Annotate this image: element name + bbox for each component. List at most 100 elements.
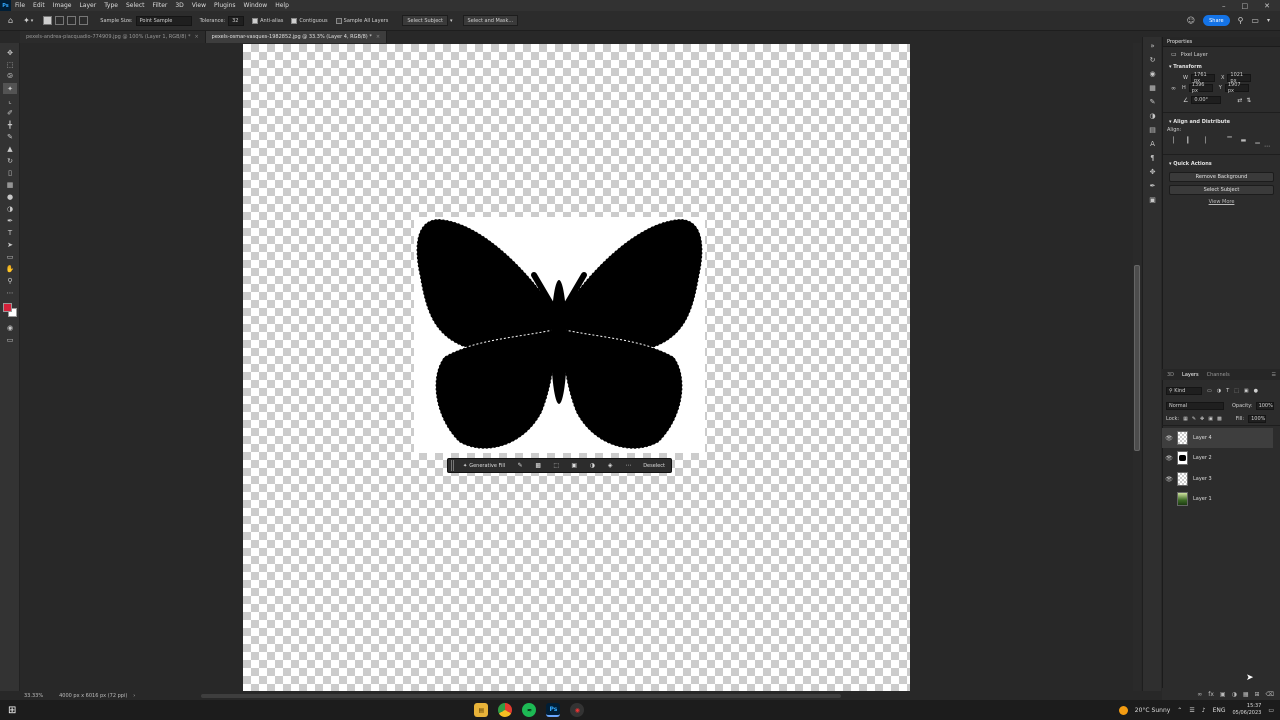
menu-window[interactable]: Window [240,2,272,9]
weather-icon[interactable] [1118,705,1128,715]
close-tab-icon[interactable]: × [376,34,380,40]
volume-icon[interactable]: ♪ [1202,707,1206,714]
menu-view[interactable]: View [188,2,210,9]
menu-edit[interactable]: Edit [29,2,49,9]
marquee-tool-icon[interactable]: ⬚ [3,59,17,70]
layer-name[interactable]: Layer 1 [1193,496,1212,502]
deselect-button[interactable]: Deselect [643,463,665,469]
lock-transparent-icon[interactable]: ▦ [1183,416,1188,422]
close-icon[interactable]: ✕ [1264,2,1270,10]
workspace-icon[interactable]: ▭ [1251,16,1259,25]
fill-input[interactable]: 100% [1248,415,1267,423]
home-icon[interactable]: ⌂ [8,16,13,25]
delete-layer-icon[interactable]: ⌫ [1266,691,1274,698]
smart-filter-icon[interactable]: ▣ [1244,388,1249,394]
move-tool-icon[interactable]: ✥ [3,47,17,58]
intersect-selection-icon[interactable] [79,16,89,25]
foreground-color-swatch[interactable] [3,303,12,312]
lasso-tool-icon[interactable]: ⧁ [3,71,17,82]
eyedropper-tool-icon[interactable]: ✐ [3,107,17,118]
select-subject-chevron-icon[interactable]: ▾ [450,18,453,24]
libraries-icon[interactable]: ▤ [1146,124,1159,135]
workspace-chevron-icon[interactable]: ▾ [1267,17,1270,24]
select-subject-quick-button[interactable]: Select Subject [1169,185,1274,195]
adjustment-filter-icon[interactable]: ◑ [1217,388,1221,394]
pixel-filter-icon[interactable]: ▭ [1207,388,1212,394]
width-input[interactable]: 1761 px [1190,72,1215,84]
menu-file[interactable]: File [11,2,29,9]
fill-selection-icon[interactable]: ◈ [603,462,617,469]
more-align-options-icon[interactable]: ⋯ [1163,143,1280,150]
file-explorer-icon[interactable]: ▤ [474,703,489,717]
type-filter-icon[interactable]: T [1226,388,1229,394]
zoom-tool-icon[interactable]: ⚲ [3,275,17,286]
layer-row-layer-1[interactable]: Layer 1 [1162,489,1273,509]
angle-input[interactable]: 0.00° [1191,96,1222,104]
butterfly-silhouette[interactable] [414,217,705,453]
user-icon[interactable]: ☺ [1187,16,1195,25]
select-and-mask-button[interactable]: Select and Mask... [462,15,519,26]
spotify-icon[interactable]: ≈ [522,703,537,717]
menu-help[interactable]: Help [271,2,293,9]
layer-name[interactable]: Layer 2 [1193,455,1212,461]
collapse-panels-icon[interactable]: » [1146,40,1159,51]
magic-wand-tool-icon[interactable]: ✦ [23,16,30,25]
character-icon[interactable]: A [1146,138,1159,149]
align-middle-v-icon[interactable]: ▬ [1239,137,1248,144]
contiguous-checkbox[interactable] [291,17,298,24]
layer-name[interactable]: Layer 3 [1193,476,1212,482]
new-layer-icon[interactable]: ⊞ [1254,691,1259,698]
tab-document-2[interactable]: pexels-osmar-vasques-1982852.jpg @ 33.3%… [205,31,388,43]
layer-row-layer-2[interactable]: 👁 Layer 2 [1162,448,1273,468]
view-more-link[interactable]: View More [1163,199,1280,205]
color-swatches[interactable] [0,300,19,320]
zoom-level[interactable]: 33.33% [24,693,43,699]
lock-all-icon[interactable]: ▩ [1217,416,1222,422]
flip-vertical-icon[interactable]: ⇅ [1246,97,1251,104]
search-icon[interactable]: ⚲ [1238,16,1244,25]
restore-icon[interactable]: □ [1242,2,1249,10]
rectangle-tool-icon[interactable]: ▭ [3,251,17,262]
visibility-eye-icon[interactable]: 👁 [1165,455,1173,462]
eraser-tool-icon[interactable]: ▯ [3,167,17,178]
align-right-icon[interactable]: ▕ [1199,137,1208,144]
opacity-input[interactable]: 100% [1255,401,1274,410]
type-tool-icon[interactable]: T [3,227,17,238]
gradient-tool-icon[interactable]: ▦ [3,179,17,190]
quick-mask-icon[interactable]: ◉ [3,322,17,333]
photoshop-taskbar-icon[interactable]: Ps [546,703,561,717]
chrome-icon[interactable] [498,703,513,717]
menu-3d[interactable]: 3D [171,2,187,9]
clock[interactable]: 15:37 05/06/2023 [1233,703,1262,717]
horizontal-scrollbar[interactable] [201,693,841,698]
notifications-icon[interactable]: ▭ [1268,707,1274,714]
select-subject-button[interactable]: Select Subject [402,15,449,26]
fill-adjustment-icon[interactable]: ◑ [585,462,599,469]
sample-size-select[interactable]: Point Sample [135,15,192,26]
brush-tool-icon[interactable]: ✎ [3,131,17,142]
healing-brush-tool-icon[interactable]: ╋ [3,119,17,130]
new-group-icon[interactable]: ▦ [1243,691,1249,698]
align-bottom-icon[interactable]: ▁ [1253,137,1262,144]
close-tab-icon[interactable]: × [194,34,198,40]
tool-presets-icon[interactable]: ✥ [1146,166,1159,177]
transform-selection-icon[interactable]: ⬚ [549,462,563,469]
align-section-title[interactable]: ▾ Align and Distribute [1169,119,1280,125]
color-icon[interactable]: ◉ [1146,68,1159,79]
add-to-selection-icon[interactable] [55,16,65,25]
menu-plugins[interactable]: Plugins [210,2,240,9]
drag-handle-icon[interactable] [451,460,454,471]
anti-alias-checkbox[interactable] [252,17,259,24]
pen-tool-icon[interactable]: ✒ [3,215,17,226]
styles-icon[interactable]: ▣ [1146,194,1159,205]
network-icon[interactable]: ☰ [1189,707,1194,714]
shape-filter-icon[interactable]: ⬚ [1234,388,1239,394]
menu-select[interactable]: Select [122,2,149,9]
status-chevron-icon[interactable]: › [133,693,135,699]
recorder-icon[interactable]: ◉ [570,703,585,717]
dodge-tool-icon[interactable]: ◑ [3,203,17,214]
share-button[interactable]: Share [1203,15,1230,26]
minimize-icon[interactable]: – [1222,2,1226,10]
add-mask-icon[interactable]: ▣ [1220,691,1226,698]
adjustments-icon[interactable]: ◑ [1146,110,1159,121]
